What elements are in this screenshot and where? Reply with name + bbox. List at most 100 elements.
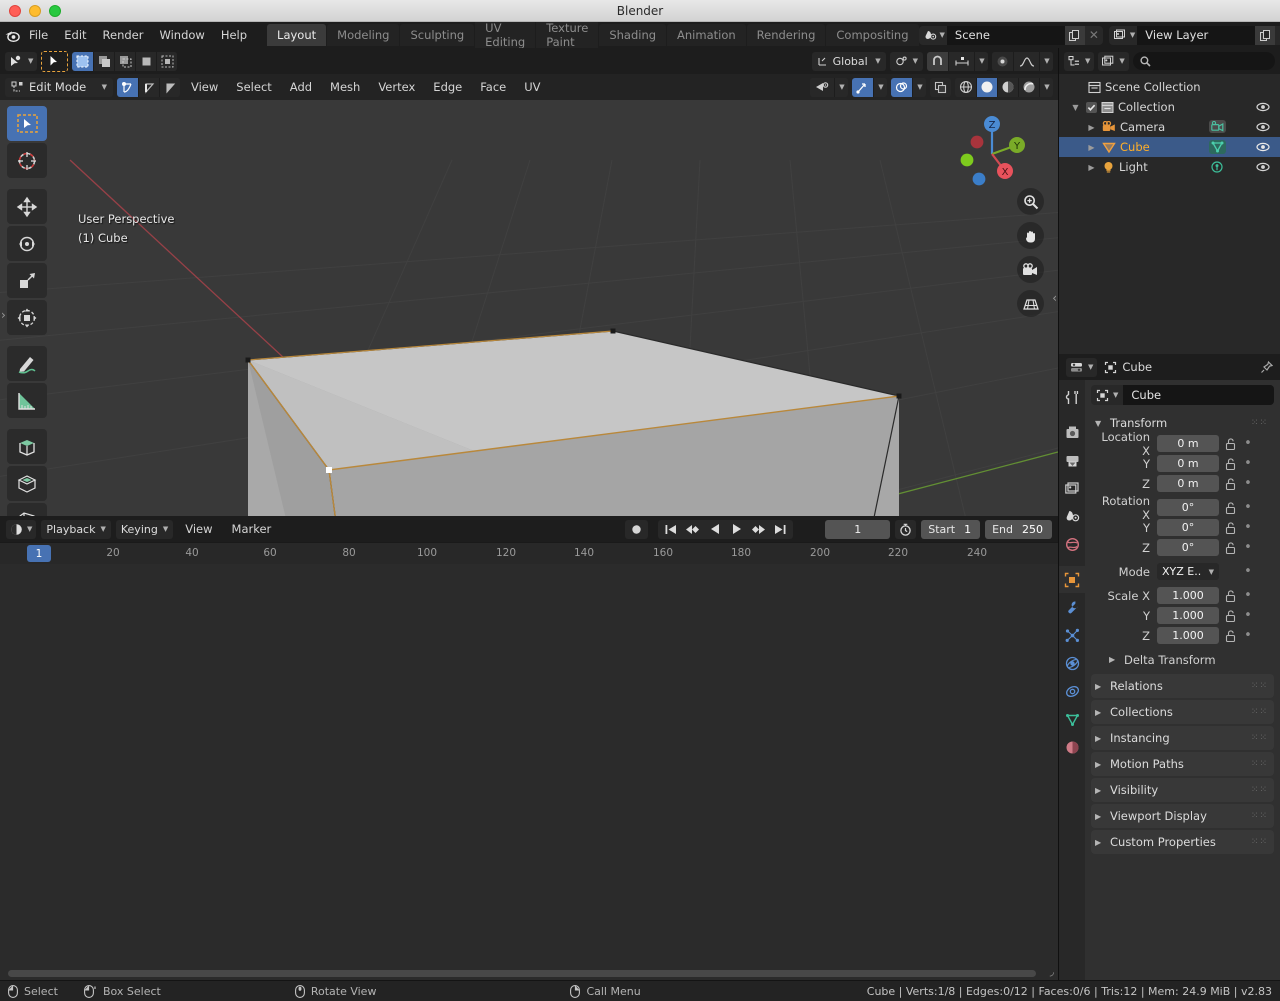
show-overlays-icon[interactable] — [891, 77, 912, 97]
outliner-display-mode-icon[interactable]: ▼ — [1098, 51, 1129, 71]
scene-datablock[interactable]: ▼ Scene ✕ — [918, 25, 1103, 45]
menu-render[interactable]: Render — [95, 25, 152, 45]
animate-dot-icon[interactable]: • — [1241, 588, 1255, 603]
face-select-icon[interactable] — [159, 77, 180, 97]
relations-panel[interactable]: ▶ Relations ⁙⁙ — [1091, 674, 1274, 698]
jump-to-end-button[interactable] — [770, 520, 791, 539]
jump-to-start-button[interactable] — [660, 520, 681, 539]
list-item[interactable]: ▶ Cube — [1059, 137, 1280, 157]
animate-dot-icon[interactable]: • — [1241, 564, 1255, 579]
location-y-field[interactable]: 0 m — [1157, 455, 1219, 472]
physics-tab[interactable] — [1059, 650, 1085, 677]
list-item[interactable]: ▶ Camera — [1059, 117, 1280, 137]
menu-view[interactable]: View — [184, 77, 225, 97]
material-tab[interactable] — [1059, 734, 1085, 761]
menu-edit[interactable]: Edit — [56, 25, 94, 45]
rotation-mode-dropdown[interactable]: XYZ E.. ▼ — [1157, 563, 1219, 580]
timeline-corner-grip[interactable]: ◞ — [1050, 965, 1054, 978]
vertex-select-icon[interactable] — [117, 77, 138, 97]
gizmo-chevron-icon[interactable]: ▼ — [873, 77, 887, 97]
sidebar-toggle-arrow-icon[interactable]: ‹ — [1052, 291, 1057, 305]
animate-dot-icon[interactable]: • — [1241, 628, 1255, 643]
viewport-display-triangle-icon[interactable]: ▶ — [1095, 812, 1104, 821]
scale-z-field[interactable]: 1.000 — [1157, 627, 1219, 644]
animate-dot-icon[interactable]: • — [1241, 456, 1255, 471]
properties-editor-type-icon[interactable]: ▼ — [1066, 357, 1098, 377]
move-tool[interactable] — [7, 189, 47, 224]
menu-file[interactable]: File — [21, 25, 56, 45]
animate-dot-icon[interactable]: • — [1241, 520, 1255, 535]
edge-select-icon[interactable] — [138, 77, 159, 97]
object-id-icon[interactable]: ▼ — [1091, 385, 1124, 405]
3d-viewport[interactable]: User Perspective (1) Cube Z Y X ‹ › — [0, 100, 1058, 516]
tab-compositing[interactable]: Compositing — [826, 24, 919, 46]
visibility-eye-icon[interactable] — [1256, 160, 1270, 174]
playback-menu[interactable]: Playback ▼ — [41, 519, 111, 539]
snap-chevron-icon[interactable]: ▼ — [974, 51, 988, 71]
rotate-tool[interactable] — [7, 226, 47, 261]
tab-animation[interactable]: Animation — [667, 24, 746, 46]
delta-transform-subpanel[interactable]: ▶ Delta Transform — [1091, 649, 1274, 670]
delta-transform-triangle-icon[interactable]: ▶ — [1109, 655, 1118, 664]
view-layer-tab[interactable] — [1059, 475, 1085, 502]
menu-add[interactable]: Add — [283, 77, 319, 97]
object-data-tab[interactable] — [1059, 706, 1085, 733]
visibility-chevron-icon[interactable]: ▼ — [834, 77, 848, 97]
remove-viewlayer-button[interactable]: ✕ — [1275, 26, 1280, 45]
particles-tab[interactable] — [1059, 622, 1085, 649]
mode-selector[interactable]: Edit Mode ▼ — [5, 77, 113, 97]
current-frame-field[interactable]: 1 — [825, 519, 891, 539]
lock-icon[interactable] — [1223, 437, 1237, 450]
select-set-icon[interactable] — [72, 51, 94, 71]
tab-rendering[interactable]: Rendering — [746, 24, 826, 46]
bevel-tool[interactable] — [7, 503, 47, 516]
lock-icon[interactable] — [1223, 501, 1237, 514]
measure-tool[interactable] — [7, 383, 47, 418]
list-item[interactable]: ▶ Light — [1059, 157, 1280, 177]
timeline-track-area[interactable]: ◞ — [0, 564, 1058, 980]
outliner-editor-type-icon[interactable]: ▼ — [1064, 51, 1095, 71]
scene-tab[interactable] — [1059, 503, 1085, 530]
instancing-panel[interactable]: ▶ Instancing ⁙⁙ — [1091, 726, 1274, 750]
viewport-display-panel[interactable]: ▶ Viewport Display ⁙⁙ — [1091, 804, 1274, 828]
timeline-view-menu[interactable]: View — [178, 519, 219, 539]
animate-dot-icon[interactable]: • — [1241, 608, 1255, 623]
keying-menu[interactable]: Keying ▼ — [115, 519, 174, 539]
select-extend-icon[interactable] — [93, 51, 115, 71]
animate-dot-icon[interactable]: • — [1241, 476, 1255, 491]
collections-panel[interactable]: ▶ Collections ⁙⁙ — [1091, 700, 1274, 724]
snap-magnet-icon[interactable] — [927, 51, 948, 71]
prev-keyframe-button[interactable] — [682, 520, 703, 539]
outliner-search-input[interactable] — [1132, 52, 1275, 70]
tweak-tool-active-icon[interactable] — [41, 50, 69, 72]
list-item[interactable]: ▼ Collection — [1059, 97, 1280, 117]
expand-triangle-icon[interactable]: ▶ — [1085, 123, 1098, 132]
timeline-marker-menu[interactable]: Marker — [225, 519, 279, 539]
scale-y-field[interactable]: 1.000 — [1157, 607, 1219, 624]
frame-end-field[interactable]: End 250 — [985, 519, 1052, 539]
menu-face[interactable]: Face — [473, 77, 513, 97]
play-reverse-button[interactable] — [704, 520, 725, 539]
rotation-x-field[interactable]: 0° — [1157, 499, 1219, 516]
view-axis-gizmo[interactable]: Z Y X — [948, 107, 1028, 187]
lock-icon[interactable] — [1223, 629, 1237, 642]
scale-x-field[interactable]: 1.000 — [1157, 587, 1219, 604]
xray-toggle-icon[interactable] — [930, 77, 951, 97]
visibility-triangle-icon[interactable]: ▶ — [1095, 786, 1104, 795]
blender-logo-icon[interactable] — [4, 24, 21, 46]
camera-icon[interactable] — [1017, 256, 1044, 283]
tweak-select-tool[interactable] — [7, 106, 47, 141]
tab-layout[interactable]: Layout — [267, 24, 327, 46]
camera-data-icon[interactable] — [1209, 120, 1226, 133]
scene-icon[interactable]: ▼ — [919, 29, 947, 42]
new-viewlayer-button[interactable] — [1255, 25, 1276, 45]
custom-properties-triangle-icon[interactable]: ▶ — [1095, 838, 1104, 847]
menu-help[interactable]: Help — [213, 25, 255, 45]
visibility-eye-icon[interactable] — [1256, 100, 1270, 114]
output-tab[interactable] — [1059, 447, 1085, 474]
object-tab[interactable] — [1059, 566, 1085, 593]
transform-expand-triangle-icon[interactable]: ▼ — [1095, 419, 1104, 428]
auto-keying-button[interactable] — [625, 519, 649, 539]
menu-select[interactable]: Select — [229, 77, 278, 97]
scene-name[interactable]: Scene — [946, 25, 1065, 45]
